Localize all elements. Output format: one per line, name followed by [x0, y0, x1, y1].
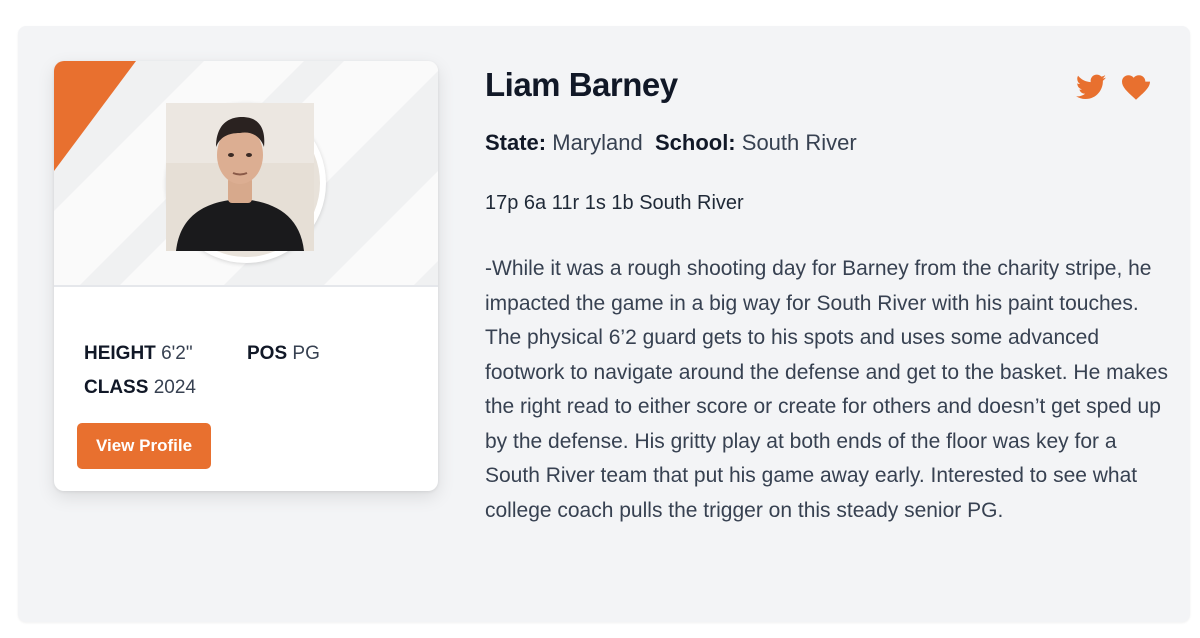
player-name: Liam Barney [485, 66, 678, 103]
player-meta: State: Maryland School: South River [485, 130, 857, 156]
player-panel: HEIGHT 6'2" POS PG CLASS 2024 View Profi… [18, 26, 1190, 622]
pos-value: PG [292, 343, 320, 364]
class-label: CLASS [84, 377, 149, 398]
class-value: 2024 [153, 377, 196, 398]
school-label: School: [654, 130, 736, 155]
height-value: 6'2" [161, 343, 193, 364]
heart-icon[interactable] [1122, 74, 1150, 100]
game-statline: 17p 6a 11r 1s 1b South River [485, 192, 744, 214]
scouting-report: -While it was a rough shooting day for B… [485, 257, 1168, 522]
player-photo [166, 103, 320, 257]
height-label: HEIGHT [84, 343, 156, 364]
action-icons [1076, 74, 1150, 100]
card-banner [54, 61, 438, 287]
player-stats: HEIGHT 6'2" POS PG CLASS 2024 [84, 337, 414, 405]
avatar [166, 103, 326, 263]
state-label: State: [485, 130, 547, 155]
twitter-icon[interactable] [1076, 74, 1106, 100]
school-value: South River [741, 130, 857, 155]
height-stat: HEIGHT 6'2" [84, 337, 247, 371]
view-profile-button[interactable]: View Profile [77, 423, 211, 469]
pos-label: POS [247, 343, 288, 364]
state-value: Maryland [552, 130, 643, 155]
pos-stat: POS PG [247, 337, 320, 371]
player-card: HEIGHT 6'2" POS PG CLASS 2024 View Profi… [54, 61, 438, 491]
class-stat: CLASS 2024 [84, 371, 196, 405]
